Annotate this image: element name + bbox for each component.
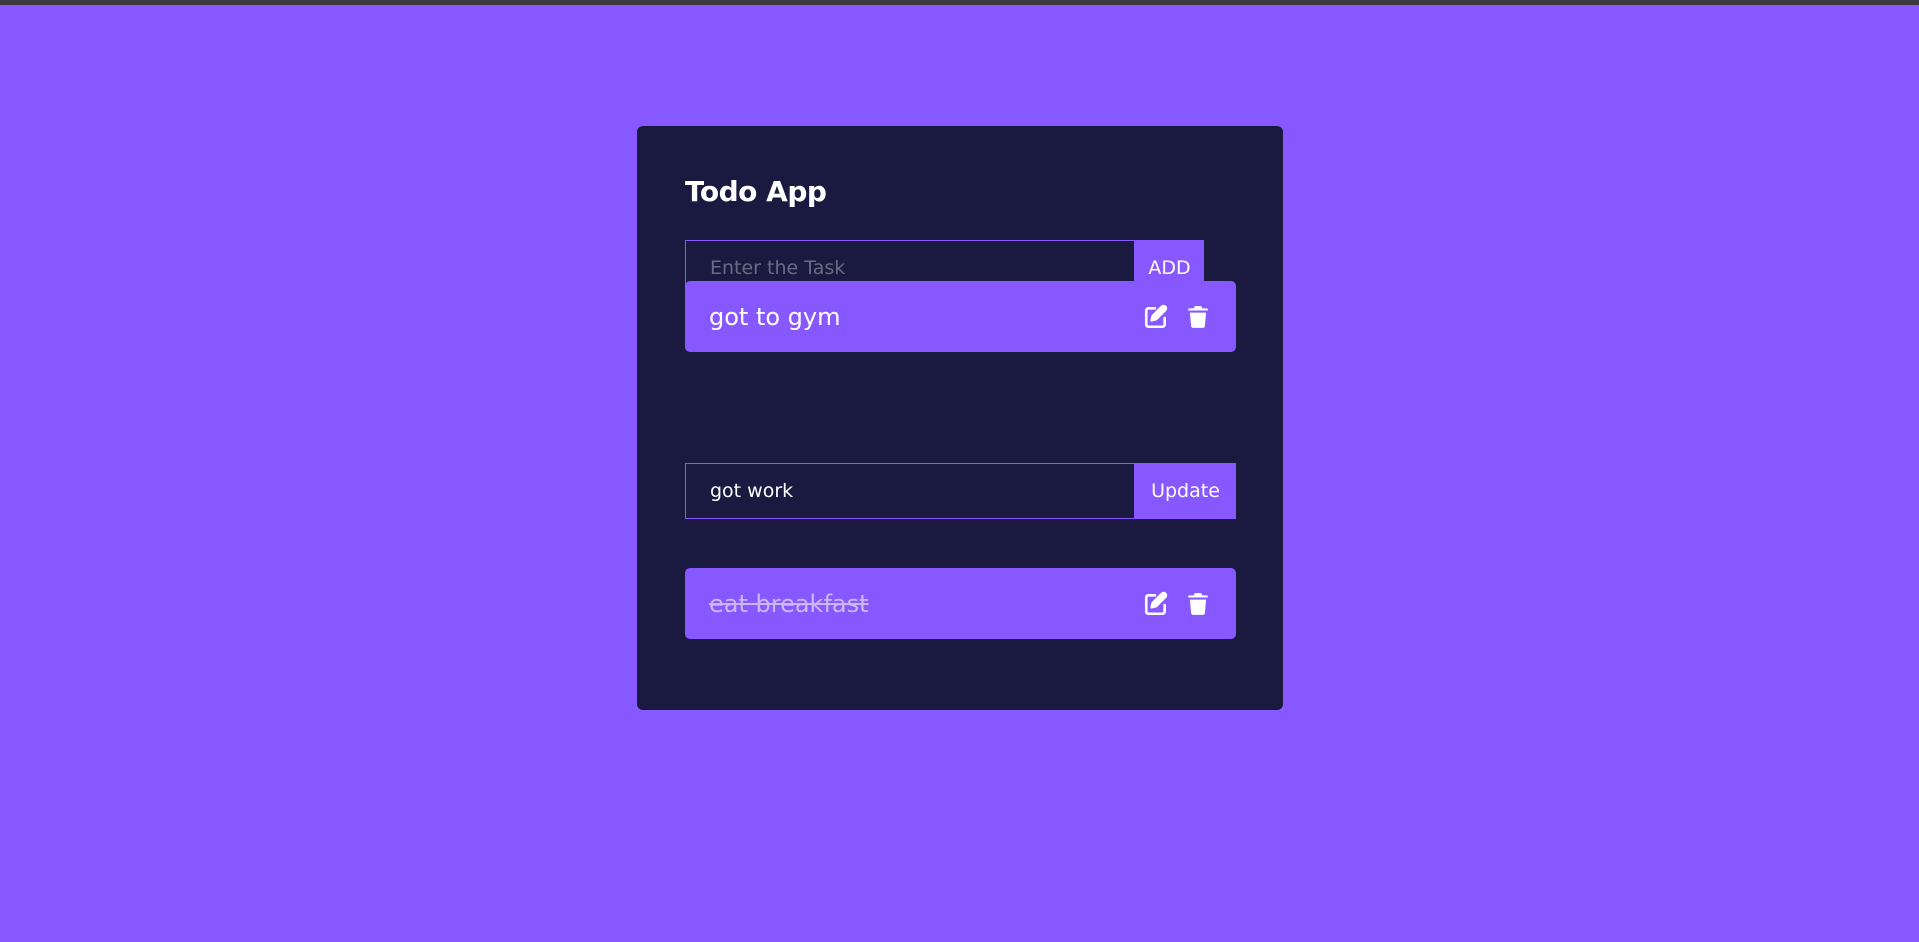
edit-icon[interactable] <box>1143 304 1169 330</box>
todo-item-actions <box>1143 304 1212 330</box>
browser-top-edge <box>0 0 1919 5</box>
app-title: Todo App <box>685 175 827 208</box>
todo-card: Todo App ADD got to gym Update <box>637 126 1283 710</box>
update-button[interactable]: Update <box>1135 463 1236 519</box>
trash-icon[interactable] <box>1185 304 1211 330</box>
todo-item-actions <box>1143 591 1212 617</box>
edit-task-input[interactable] <box>685 463 1135 519</box>
todo-item: got to gym <box>685 281 1236 352</box>
trash-icon[interactable] <box>1185 591 1211 617</box>
todo-item-text[interactable]: got to gym <box>709 303 841 331</box>
todo-item-text[interactable]: eat breakfast <box>709 590 869 618</box>
edit-icon[interactable] <box>1143 591 1169 617</box>
todo-item-completed: eat breakfast <box>685 568 1236 639</box>
edit-task-form: Update <box>685 463 1236 519</box>
